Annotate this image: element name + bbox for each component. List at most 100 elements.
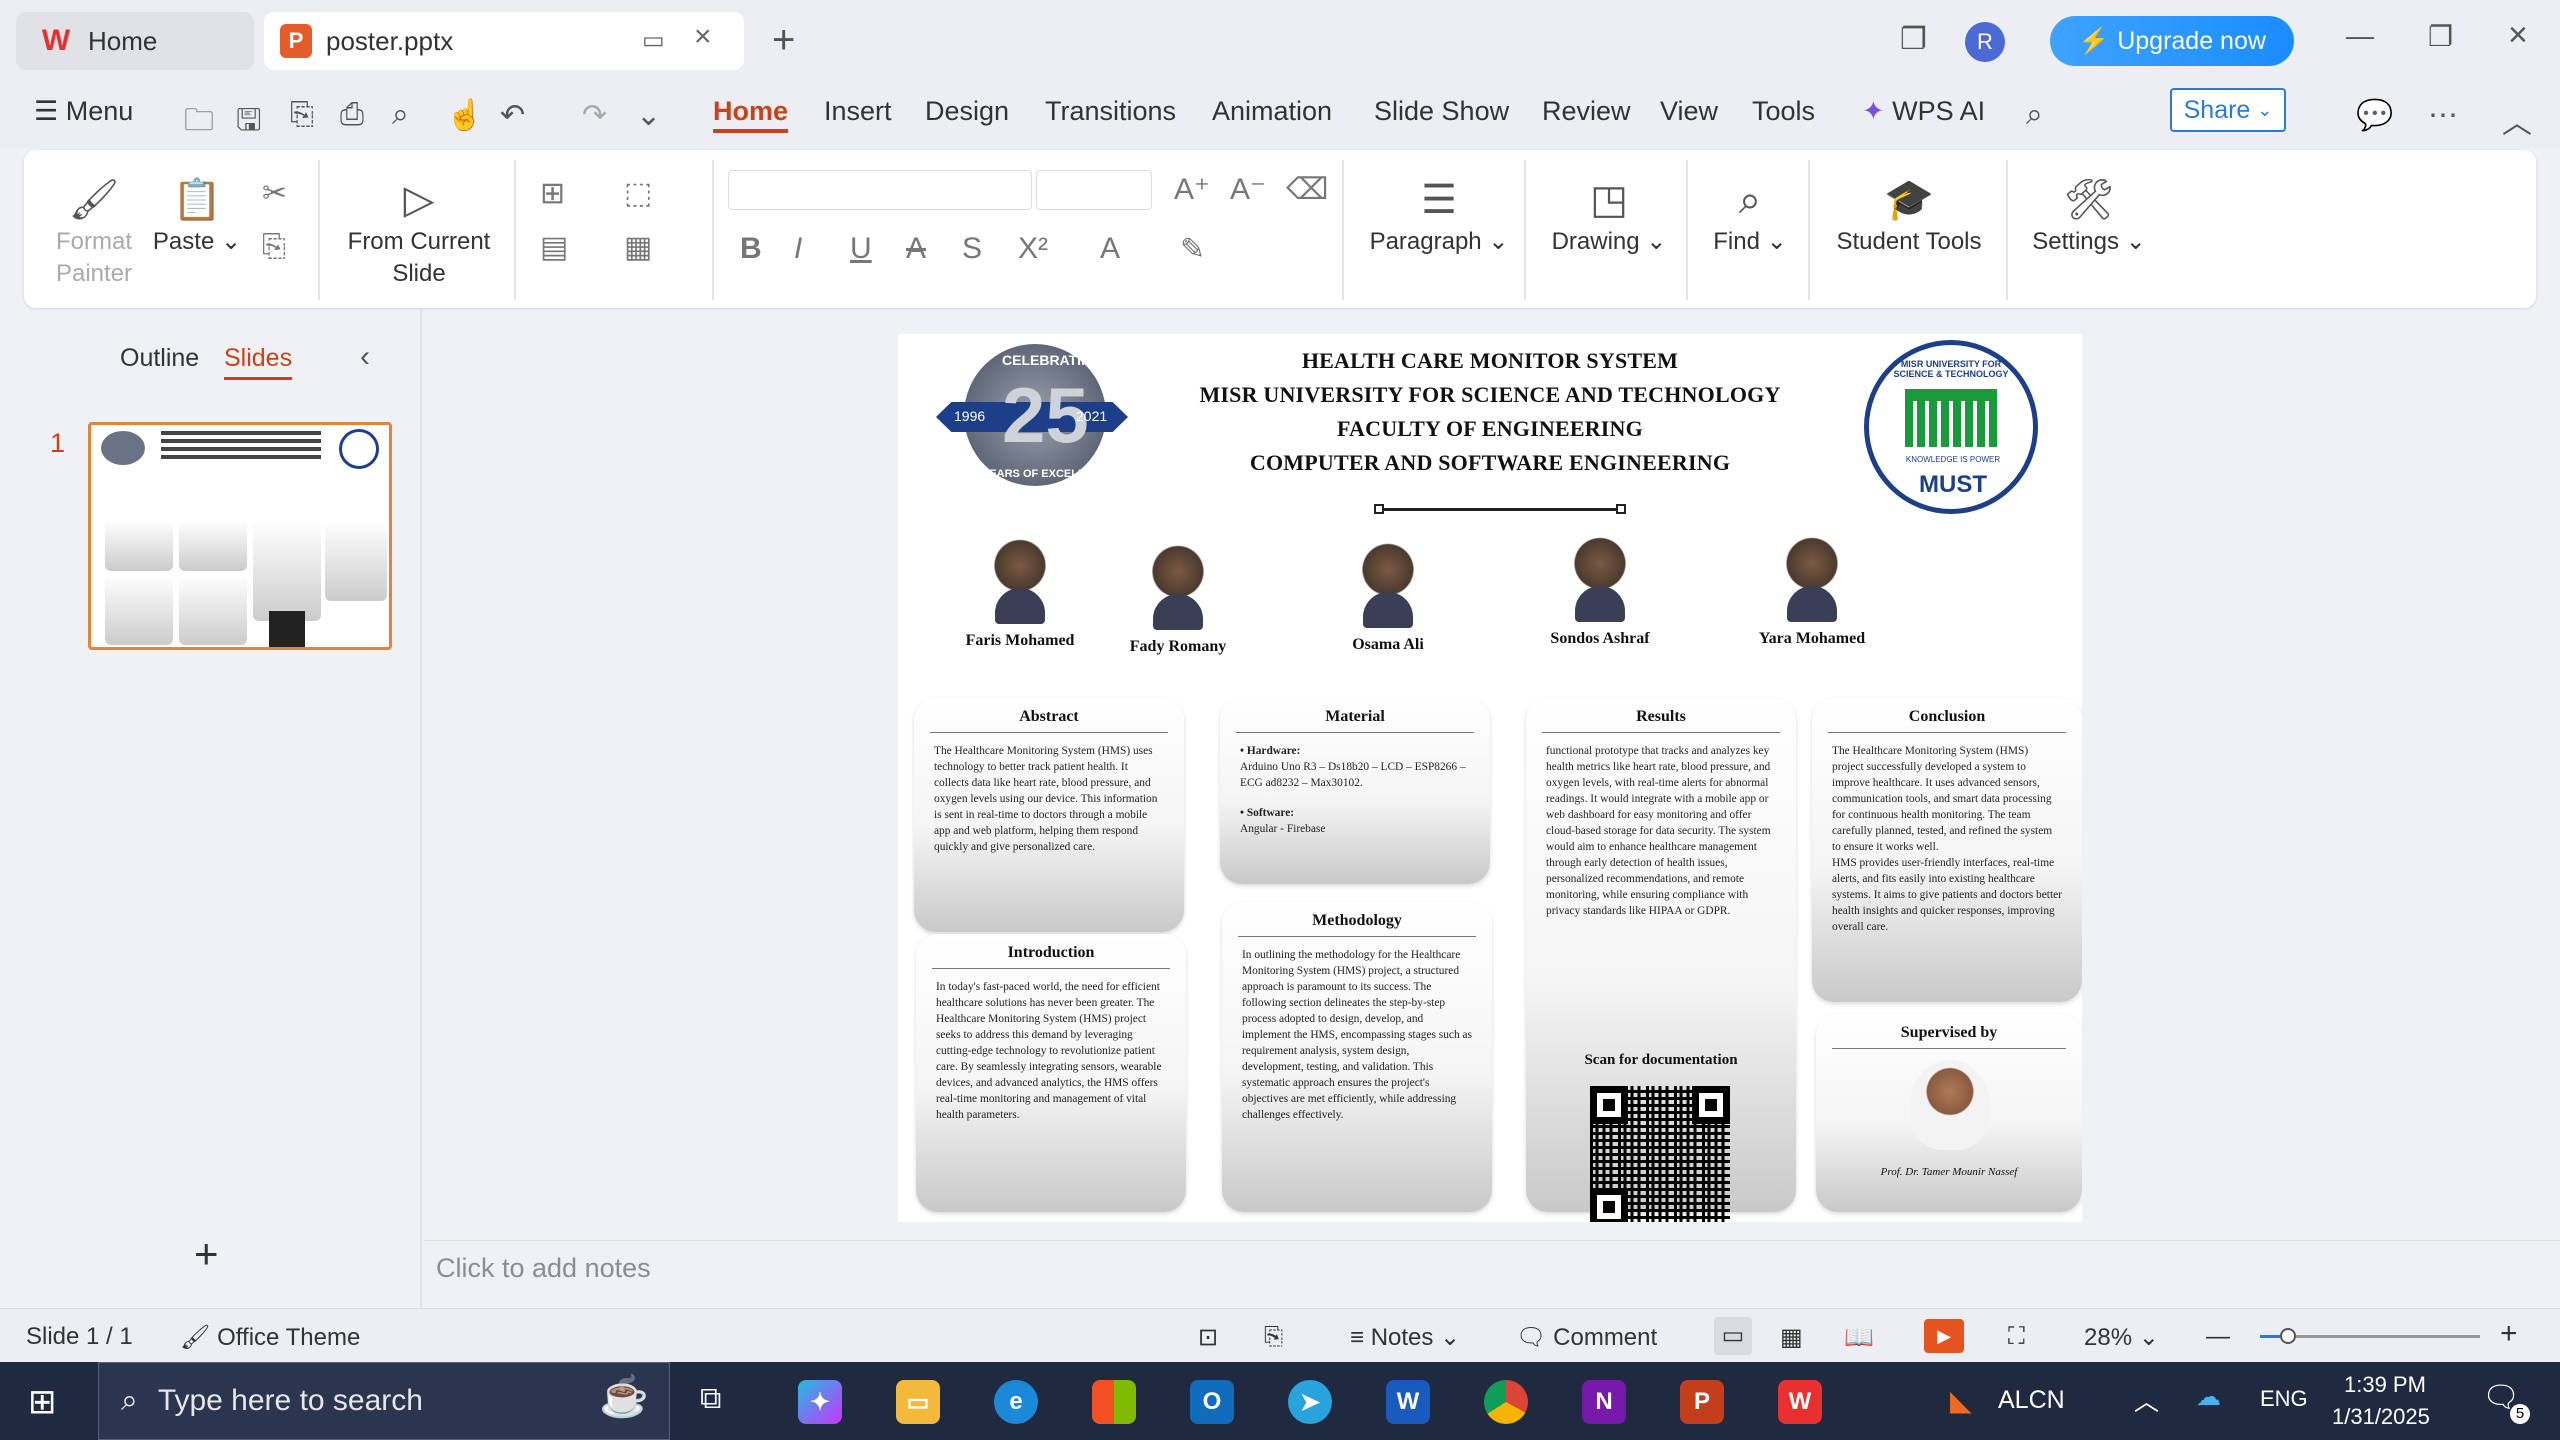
export-icon[interactable]: ⎘: [290, 98, 314, 132]
tab-design[interactable]: Design: [925, 96, 1009, 127]
undo-icon[interactable]: ↶: [500, 98, 525, 133]
normal-view-icon[interactable]: ▭: [1714, 1317, 1752, 1355]
highlight-icon[interactable]: ✎: [1180, 232, 1205, 267]
language-indicator[interactable]: ENG: [2260, 1386, 2308, 1412]
close-tab-icon[interactable]: ×: [694, 20, 712, 54]
fit-window-icon[interactable]: ⛶: [2008, 1323, 2025, 1351]
windows-start-icon[interactable]: ⊞: [28, 1382, 57, 1422]
paragraph-button[interactable]: ☰ Paragraph ⌄: [1364, 174, 1514, 258]
maximize-icon[interactable]: ❐: [2428, 20, 2453, 53]
font-size-select[interactable]: [1036, 170, 1152, 210]
tab-review[interactable]: Review: [1542, 96, 1631, 127]
theme-button[interactable]: 🖌 Office Theme: [180, 1323, 360, 1352]
telegram-icon[interactable]: ➤: [1288, 1380, 1332, 1424]
tab-transitions[interactable]: Transitions: [1045, 96, 1176, 127]
collapse-ribbon-icon[interactable]: ︿: [2502, 98, 2532, 142]
shadow-text-icon[interactable]: S: [962, 232, 982, 266]
paste-button[interactable]: 📋 Paste ⌄: [152, 174, 242, 258]
slideshow-play-icon[interactable]: ▶: [1924, 1319, 1964, 1353]
copy-icon[interactable]: ⎘: [262, 230, 286, 264]
tab-home-ribbon[interactable]: Home: [713, 96, 789, 133]
increase-font-icon[interactable]: A⁺: [1174, 172, 1210, 207]
bold-icon[interactable]: B: [740, 232, 762, 266]
tab-tools[interactable]: Tools: [1752, 96, 1815, 127]
slide-thumbnail[interactable]: [88, 422, 392, 650]
redo-icon[interactable]: ↷: [582, 98, 607, 133]
student-tools-button[interactable]: 🎓 Student Tools: [1824, 174, 1994, 258]
avatar[interactable]: R: [1965, 22, 2005, 62]
notes-toggle-button[interactable]: ≡ Notes ⌄: [1350, 1323, 1460, 1352]
search-icon[interactable]: ⌕: [2026, 98, 2043, 132]
tab-insert[interactable]: Insert: [824, 96, 892, 127]
comment-icon[interactable]: 💬: [2356, 98, 2393, 133]
word-icon[interactable]: W: [1386, 1380, 1430, 1424]
print-preview-icon[interactable]: ⌕: [392, 98, 409, 132]
clock-time[interactable]: 1:39 PM: [2344, 1372, 2426, 1398]
collapse-panel-icon[interactable]: ‹: [360, 340, 370, 374]
section-icon[interactable]: ▦: [624, 230, 652, 265]
new-slide-icon[interactable]: ⊞: [540, 176, 565, 211]
slide-sorter-icon[interactable]: ▦: [1780, 1323, 1803, 1352]
more-quick-chevron-icon[interactable]: ⌄: [636, 98, 661, 133]
tab-animation[interactable]: Animation: [1212, 96, 1332, 127]
reading-view-icon[interactable]: 📖: [1844, 1323, 1874, 1352]
slide[interactable]: CELEBRATING 25 1996 2021 YEARS OF EXCELL…: [898, 334, 2082, 1222]
add-slide-icon[interactable]: +: [194, 1230, 219, 1278]
tab-home[interactable]: W Home: [16, 12, 254, 70]
cut-icon[interactable]: ✂: [262, 176, 287, 211]
task-view-icon[interactable]: ⧉: [700, 1382, 721, 1416]
edge-icon[interactable]: e: [994, 1380, 1038, 1424]
tab-slide-show[interactable]: Slide Show: [1374, 96, 1509, 127]
keyboard-indicator[interactable]: ALCN: [1998, 1386, 2065, 1415]
tab-outline[interactable]: Outline: [120, 344, 199, 373]
window-mode-icon[interactable]: ▭: [642, 26, 665, 55]
close-window-icon[interactable]: ×: [2508, 16, 2528, 55]
menu-button[interactable]: ☰ Menu: [34, 96, 133, 127]
strikethrough-icon[interactable]: A: [906, 232, 926, 266]
settings-button[interactable]: 🛠 Settings ⌄: [2024, 174, 2154, 258]
find-button[interactable]: ⌕ Find ⌄: [1700, 174, 1800, 258]
print-icon[interactable]: ⎙: [340, 98, 364, 132]
onedrive-icon[interactable]: ☁: [2196, 1382, 2221, 1412]
more-options-icon[interactable]: ⋯: [2428, 98, 2458, 133]
powerpoint-icon[interactable]: P: [1680, 1380, 1724, 1424]
fit-slide-icon[interactable]: ⊡: [1198, 1323, 1218, 1352]
zoom-slider-handle[interactable]: [2280, 1328, 2296, 1344]
wps-ai-button[interactable]: ✦ WPS AI: [1862, 96, 1985, 127]
tab-view[interactable]: View: [1660, 96, 1718, 127]
zoom-out-icon[interactable]: —: [2206, 1323, 2230, 1351]
minimize-icon[interactable]: —: [2346, 20, 2374, 52]
documentation-qr-code[interactable]: [1590, 1086, 1730, 1222]
hand-tool-icon[interactable]: ☝: [446, 98, 483, 133]
share-button[interactable]: Share ⌄: [2170, 88, 2286, 132]
zoom-slider[interactable]: [2260, 1328, 2480, 1344]
copilot-icon[interactable]: ✦: [798, 1380, 842, 1424]
superscript-icon[interactable]: X²: [1018, 232, 1048, 266]
tab-document[interactable]: P poster.pptx ▭ ×: [264, 12, 744, 70]
clock-date[interactable]: 1/31/2025: [2332, 1404, 2430, 1430]
format-painter-button[interactable]: 🖌 Format Painter: [54, 174, 134, 290]
outlook-icon[interactable]: O: [1190, 1380, 1234, 1424]
zoom-in-icon[interactable]: +: [2500, 1317, 2518, 1351]
italic-icon[interactable]: I: [794, 232, 802, 266]
wps-office-icon[interactable]: W: [1778, 1380, 1822, 1424]
underline-icon[interactable]: U: [850, 232, 872, 266]
taskbar-search[interactable]: ⌕ Type here to search ☕: [98, 1362, 670, 1440]
save-icon[interactable]: 🖫: [236, 98, 262, 149]
decrease-font-icon[interactable]: A⁻: [1230, 172, 1266, 207]
comment-toggle-button[interactable]: 🗨 Comment: [1516, 1323, 1657, 1352]
new-tab-icon[interactable]: +: [772, 18, 795, 63]
open-folder-icon[interactable]: 🗀: [184, 98, 214, 149]
window-layout-icon[interactable]: ❐: [1900, 22, 1927, 57]
drawing-button[interactable]: ◳ Drawing ⌄: [1544, 174, 1674, 258]
store-icon[interactable]: [1092, 1380, 1136, 1424]
onenote-icon[interactable]: N: [1582, 1380, 1626, 1424]
font-color-icon[interactable]: A: [1100, 232, 1120, 266]
from-current-slide-button[interactable]: ▷ From Current Slide: [334, 174, 504, 290]
font-family-select[interactable]: [728, 170, 1032, 210]
tab-slides[interactable]: Slides: [224, 344, 293, 380]
upgrade-button[interactable]: ⚡ Upgrade now: [2050, 16, 2294, 66]
autofit-icon[interactable]: ⎘: [1264, 1323, 1283, 1351]
tray-chevron-icon[interactable]: ︿: [2134, 1382, 2159, 1418]
slide-select-icon[interactable]: ⬚: [624, 176, 652, 211]
